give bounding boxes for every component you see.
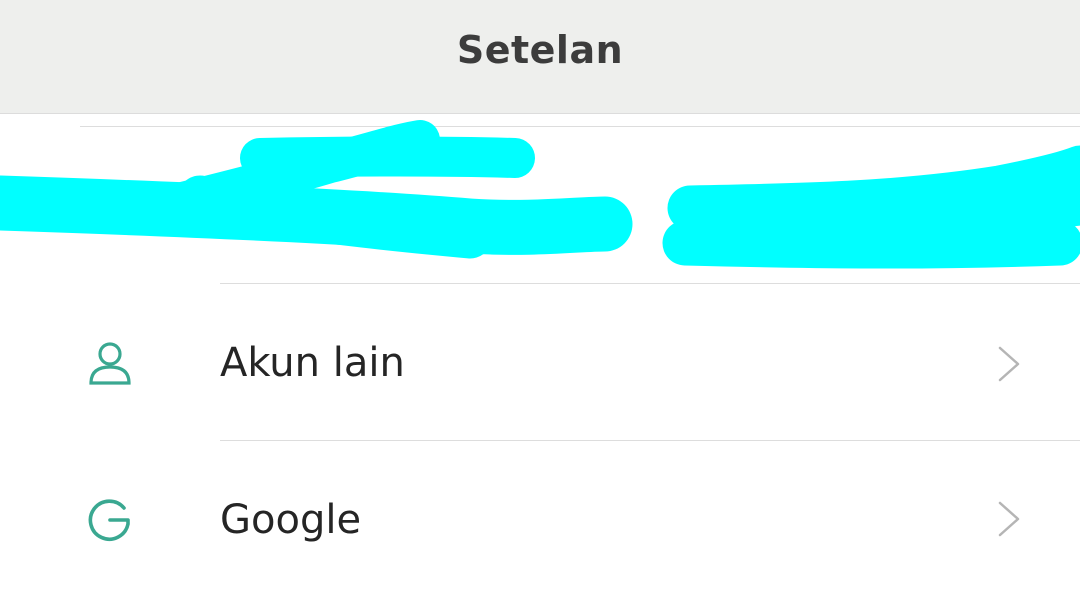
redaction-scribble <box>0 120 1080 269</box>
page-title: Setelan <box>456 27 624 72</box>
settings-item-other-accounts[interactable]: Akun lain <box>0 284 1080 440</box>
google-icon <box>88 499 130 541</box>
settings-item-label: Akun lain <box>220 340 405 386</box>
settings-item-label: Google <box>220 497 362 543</box>
chevron-right-icon <box>998 346 1020 382</box>
settings-item-google[interactable]: Google <box>0 441 1080 597</box>
person-icon <box>89 342 131 385</box>
chevron-right-icon <box>998 501 1020 537</box>
header-bar: Setelan <box>0 0 1080 114</box>
